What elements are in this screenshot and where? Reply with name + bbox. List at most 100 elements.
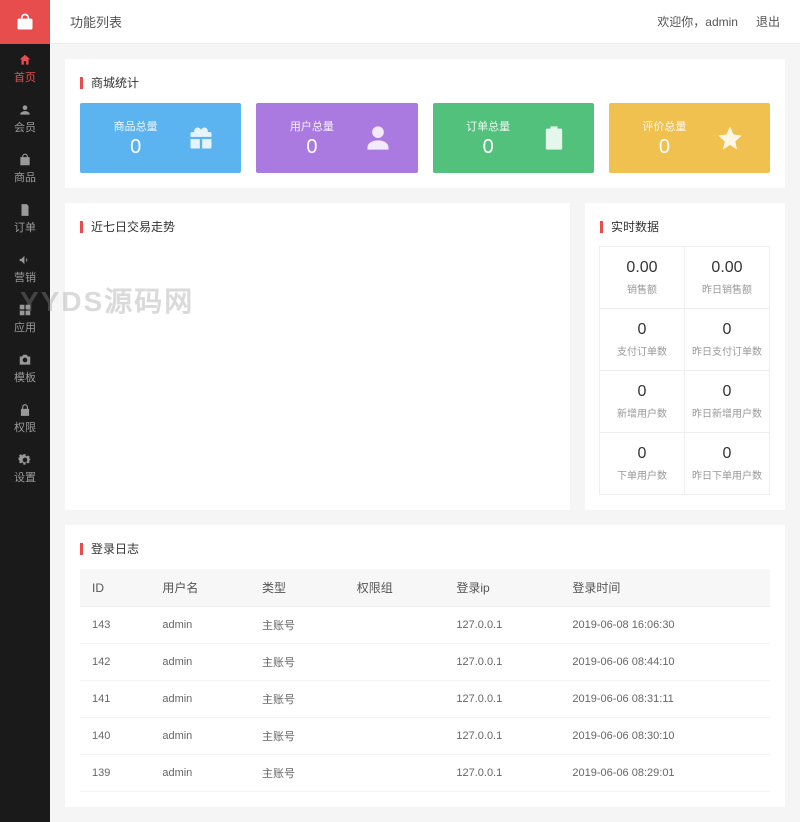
sidebar: 首页会员商品订单营销应用模板权限设置 [0, 0, 50, 822]
sidebar-item-gear[interactable]: 设置 [0, 444, 50, 494]
table-cell: 127.0.0.1 [444, 718, 560, 755]
stat-card[interactable]: 订单总量 0 [433, 103, 594, 173]
realtime-label: 支付订单数 [604, 343, 680, 358]
realtime-cell: 0昨日下单用户数 [684, 432, 770, 495]
sidebar-item-label: 模板 [14, 369, 36, 385]
realtime-cell: 0 昨日支付订单数 [684, 308, 770, 371]
sidebar-item-camera[interactable]: 模板 [0, 344, 50, 394]
table-cell: admin [150, 755, 250, 792]
panel-title: 近七日交易走势 [80, 218, 555, 247]
log-panel: 登录日志 ID用户名类型权限组登录ip登录时间 143admin主账号127.0… [65, 525, 785, 807]
gear-icon [18, 453, 32, 467]
sidebar-item-label: 权限 [14, 419, 36, 435]
table-cell: 127.0.0.1 [444, 644, 560, 681]
sidebar-item-user[interactable]: 会员 [0, 94, 50, 144]
table-cell [345, 607, 445, 644]
realtime-label: 昨日支付订单数 [689, 343, 765, 358]
stat-label: 商品总量 [95, 118, 176, 134]
table-cell: admin [150, 644, 250, 681]
realtime-label: 下单用户数 [604, 467, 680, 482]
breadcrumb: 功能列表 [70, 12, 122, 31]
table-header: 用户名 [150, 569, 250, 607]
welcome-text: 欢迎你，admin [657, 13, 738, 30]
table-cell: 2019-06-08 16:06:30 [560, 607, 770, 644]
log-table: ID用户名类型权限组登录ip登录时间 143admin主账号127.0.0.12… [80, 569, 770, 792]
realtime-value: 0.00 [689, 259, 765, 277]
lock-icon [18, 403, 32, 417]
speaker-icon [18, 253, 32, 267]
stat-card[interactable]: 用户总量 0 [256, 103, 417, 173]
sidebar-item-speaker[interactable]: 营销 [0, 244, 50, 294]
topbar: 功能列表 欢迎你，admin 退出 [50, 0, 800, 44]
stat-value: 0 [95, 136, 176, 159]
realtime-value: 0 [689, 321, 765, 339]
stat-value: 0 [271, 136, 352, 159]
logout-link[interactable]: 退出 [756, 13, 780, 30]
sidebar-item-label: 营销 [14, 269, 36, 285]
table-cell: 127.0.0.1 [444, 755, 560, 792]
panel-title: 登录日志 [80, 540, 770, 569]
stat-label: 订单总量 [448, 118, 529, 134]
doc-icon [18, 203, 32, 217]
table-cell: 主账号 [250, 755, 345, 792]
realtime-label: 昨日销售额 [689, 281, 765, 296]
table-row: 143admin主账号127.0.0.12019-06-08 16:06:30 [80, 607, 770, 644]
realtime-label: 新增用户数 [604, 405, 680, 420]
table-cell: 主账号 [250, 718, 345, 755]
sidebar-item-doc[interactable]: 订单 [0, 194, 50, 244]
stat-value: 0 [448, 136, 529, 159]
table-row: 141admin主账号127.0.0.12019-06-06 08:31:11 [80, 681, 770, 718]
panel-title: 商城统计 [80, 74, 770, 103]
sidebar-item-home[interactable]: 首页 [0, 44, 50, 94]
table-cell: admin [150, 681, 250, 718]
realtime-cell: 0新增用户数 [599, 370, 685, 433]
table-row: 139admin主账号127.0.0.12019-06-06 08:29:01 [80, 755, 770, 792]
table-row: 140admin主账号127.0.0.12019-06-06 08:30:10 [80, 718, 770, 755]
table-cell: admin [150, 718, 250, 755]
stat-card[interactable]: 评价总量0 [609, 103, 770, 173]
stat-card[interactable]: 商品总量 0 [80, 103, 241, 173]
table-cell [345, 718, 445, 755]
table-header: 登录时间 [560, 569, 770, 607]
sidebar-item-lock[interactable]: 权限 [0, 394, 50, 444]
bag-icon [18, 153, 32, 167]
table-cell: 143 [80, 607, 150, 644]
gift-icon [176, 124, 226, 152]
table-cell: 127.0.0.1 [444, 681, 560, 718]
logo[interactable] [0, 0, 50, 44]
stat-value: 0 [624, 136, 705, 159]
realtime-value: 0 [604, 445, 680, 463]
table-cell: 142 [80, 644, 150, 681]
clipboard-icon [529, 124, 579, 152]
realtime-cell: 0.00销售额 [599, 246, 685, 309]
home-icon [18, 53, 32, 67]
table-cell: 2019-06-06 08:31:11 [560, 681, 770, 718]
camera-icon [18, 353, 32, 367]
realtime-cell: 0支付订单数 [599, 308, 685, 371]
table-cell: 2019-06-06 08:44:10 [560, 644, 770, 681]
table-cell: 2019-06-06 08:30:10 [560, 718, 770, 755]
realtime-cell: 0昨日新增用户数 [684, 370, 770, 433]
realtime-cell: 0 下单用户数 [599, 432, 685, 495]
table-row: 142admin主账号127.0.0.12019-06-06 08:44:10 [80, 644, 770, 681]
sidebar-item-label: 首页 [14, 69, 36, 85]
table-cell: 2019-06-06 08:29:01 [560, 755, 770, 792]
realtime-label: 昨日下单用户数 [689, 467, 765, 482]
table-cell [345, 644, 445, 681]
table-cell: admin [150, 607, 250, 644]
realtime-label: 销售额 [604, 281, 680, 296]
sidebar-item-bag[interactable]: 商品 [0, 144, 50, 194]
user-icon [18, 103, 32, 117]
stat-label: 用户总量 [271, 118, 352, 134]
sidebar-item-grid[interactable]: 应用 [0, 294, 50, 344]
table-header: 类型 [250, 569, 345, 607]
realtime-cell: 0.00 昨日销售额 [684, 246, 770, 309]
star-icon [705, 124, 755, 152]
grid-icon [18, 303, 32, 317]
table-cell: 主账号 [250, 681, 345, 718]
table-cell: 主账号 [250, 607, 345, 644]
panel-title: 实时数据 [600, 218, 770, 247]
realtime-label: 昨日新增用户数 [689, 405, 765, 420]
person-icon [353, 124, 403, 152]
table-cell [345, 755, 445, 792]
